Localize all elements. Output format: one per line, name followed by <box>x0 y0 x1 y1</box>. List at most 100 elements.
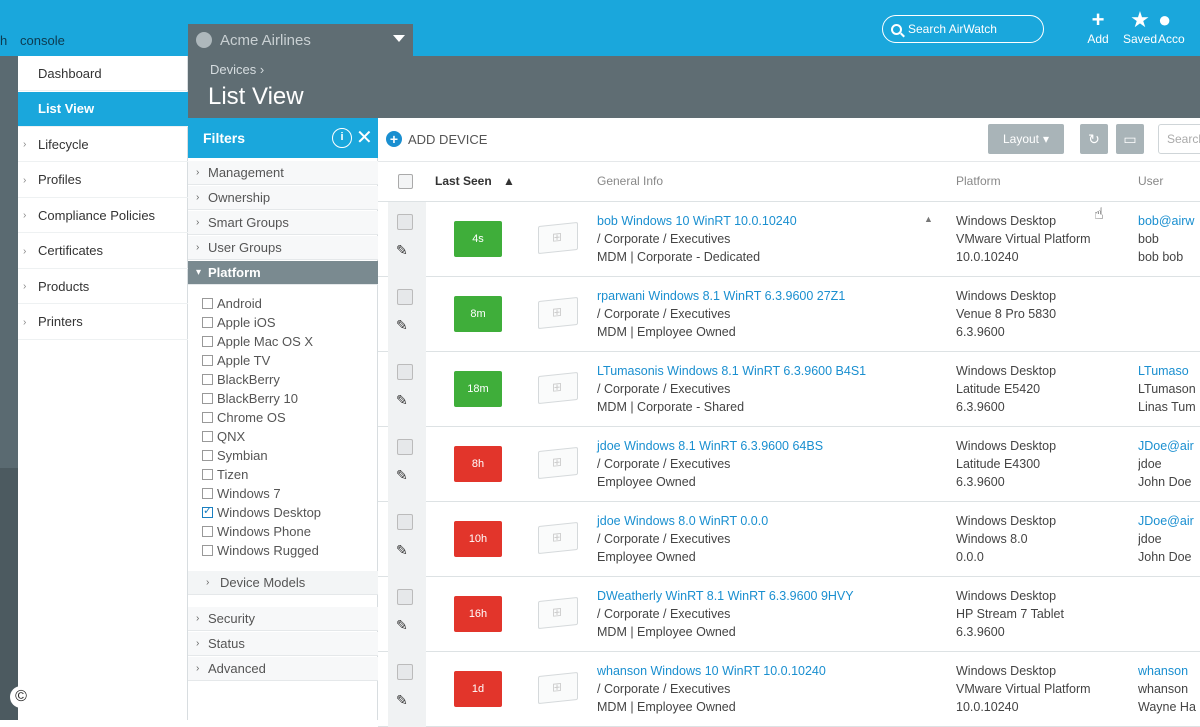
device-name-link[interactable]: rparwani Windows 8.1 WinRT 6.3.9600 27Z1 <box>597 287 845 305</box>
list-search-input[interactable]: Search <box>1158 124 1200 154</box>
platform-checkbox[interactable] <box>202 450 213 461</box>
filter-section-platform[interactable]: ▾ Platform <box>188 261 378 285</box>
device-name-link[interactable]: bob Windows 10 WinRT 10.0.10240 <box>597 212 797 230</box>
platform-checkbox[interactable] <box>202 488 213 499</box>
platform-filter-option[interactable]: Chrome OS <box>202 408 286 427</box>
table-row[interactable]: ✎ 18m LTumasonis Windows 8.1 WinRT 6.3.960… <box>378 352 1200 427</box>
user-email-link[interactable]: bob@airw <box>1138 212 1200 230</box>
platform-checkbox[interactable] <box>202 526 213 537</box>
column-user[interactable]: User <box>1138 174 1163 188</box>
organization-selector[interactable]: Acme Airlines <box>188 24 413 56</box>
table-row[interactable]: ✎ 1d whanson Windows 10 WinRT 10.0.10240 / … <box>378 652 1200 727</box>
device-name-link[interactable]: DWeatherly WinRT 8.1 WinRT 6.3.9600 9HVY <box>597 587 854 605</box>
user-email-link[interactable]: JDoe@air <box>1138 512 1200 530</box>
edit-icon[interactable]: ✎ <box>396 467 408 484</box>
account-button[interactable]: ● Acco <box>1158 8 1200 47</box>
sidebar-item-compliance-policies[interactable]: › Compliance Policies <box>18 198 188 233</box>
platform-filter-option[interactable]: Symbian <box>202 446 268 465</box>
table-row[interactable]: ✎ 8h jdoe Windows 8.1 WinRT 6.3.9600 64BS /… <box>378 427 1200 502</box>
column-platform[interactable]: Platform <box>956 174 1001 188</box>
platform-filter-option[interactable]: Windows Rugged <box>202 541 319 560</box>
platform-filter-option[interactable]: Apple TV <box>202 351 270 370</box>
info-icon[interactable]: i <box>332 128 352 148</box>
close-icon[interactable]: ✕ <box>356 125 373 150</box>
table-row[interactable]: ✎ 4s bob Windows 10 WinRT 10.0.10240 / Corp… <box>378 202 1200 277</box>
breadcrumb-devices[interactable]: Devices <box>210 62 256 77</box>
filter-section-advanced[interactable]: › Advanced <box>188 657 378 681</box>
filter-section-label: Ownership <box>208 190 271 205</box>
user-email-link[interactable]: whanson <box>1138 662 1200 680</box>
platform-filter-option[interactable]: Windows Phone <box>202 522 311 541</box>
edit-icon[interactable]: ✎ <box>396 392 408 409</box>
row-checkbox[interactable] <box>397 514 413 530</box>
edit-icon[interactable]: ✎ <box>396 242 408 259</box>
platform-checkbox[interactable] <box>202 336 213 347</box>
row-checkbox[interactable] <box>397 289 413 305</box>
table-row[interactable]: ✎ 10h jdoe Windows 8.0 WinRT 0.0.0 / Corpor… <box>378 502 1200 577</box>
row-checkbox[interactable] <box>397 439 413 455</box>
platform-checkbox[interactable] <box>202 374 213 385</box>
device-name-link[interactable]: jdoe Windows 8.1 WinRT 6.3.9600 64BS <box>597 437 823 455</box>
row-checkbox[interactable] <box>397 589 413 605</box>
global-search-input[interactable]: Search AirWatch <box>882 15 1044 43</box>
platform-label: Apple iOS <box>217 315 276 330</box>
row-checkbox[interactable] <box>397 214 413 230</box>
sidebar-item-products[interactable]: › Products <box>18 269 188 304</box>
filter-section-ownership[interactable]: › Ownership <box>188 186 378 210</box>
platform-filter-option[interactable]: BlackBerry <box>202 370 280 389</box>
layout-dropdown[interactable]: Layout ▾ <box>988 124 1064 154</box>
table-row[interactable]: ✎ 16h DWeatherly WinRT 8.1 WinRT 6.3.9600 … <box>378 577 1200 652</box>
platform-filter-option[interactable]: BlackBerry 10 <box>202 389 298 408</box>
device-name-link[interactable]: whanson Windows 10 WinRT 10.0.10240 <box>597 662 826 680</box>
column-general-info[interactable]: General Info <box>597 174 663 188</box>
platform-filter-option[interactable]: Apple Mac OS X <box>202 332 313 351</box>
user-email-link[interactable]: LTumaso <box>1138 362 1200 380</box>
sidebar-item-profiles[interactable]: › Profiles <box>18 163 188 198</box>
filter-section-management[interactable]: › Management <box>188 161 378 185</box>
sidebar-item-lifecycle[interactable]: › Lifecycle <box>18 127 188 162</box>
platform-filter-option[interactable]: Windows 7 <box>202 484 281 503</box>
export-button[interactable]: ▭ <box>1116 124 1144 154</box>
platform-info: Windows Desktop Latitude E5420 6.3.9600 <box>956 362 1056 416</box>
add-circle-icon: + <box>386 131 402 147</box>
sidebar-item-list-view[interactable]: List View <box>18 91 188 127</box>
platform-filter-option[interactable]: Windows Desktop <box>202 503 321 522</box>
platform-checkbox[interactable] <box>202 355 213 366</box>
platform-filter-option[interactable]: Apple iOS <box>202 313 276 332</box>
sidebar-item-dashboard[interactable]: Dashboard <box>18 56 188 91</box>
table-row[interactable]: ✎ 8m rparwani Windows 8.1 WinRT 6.3.9600 2… <box>378 277 1200 352</box>
device-name-link[interactable]: LTumasonis Windows 8.1 WinRT 6.3.9600 B4… <box>597 362 866 380</box>
edit-icon[interactable]: ✎ <box>396 542 408 559</box>
device-name-link[interactable]: jdoe Windows 8.0 WinRT 0.0.0 <box>597 512 768 530</box>
edit-icon[interactable]: ✎ <box>396 692 408 709</box>
breadcrumb[interactable]: Devices › <box>210 62 264 77</box>
platform-checkbox[interactable] <box>202 298 213 309</box>
platform-filter-option[interactable]: QNX <box>202 427 245 446</box>
edit-icon[interactable]: ✎ <box>396 317 408 334</box>
user-email-link[interactable]: JDoe@air <box>1138 437 1200 455</box>
platform-checkbox[interactable] <box>202 504 213 518</box>
column-last-seen[interactable]: Last Seen ▲ <box>435 174 515 188</box>
filter-section-status[interactable]: › Status <box>188 632 378 656</box>
platform-checkbox[interactable] <box>202 393 213 404</box>
platform-checkbox[interactable] <box>202 317 213 328</box>
platform-checkbox[interactable] <box>202 412 213 423</box>
platform-filter-option[interactable]: Android <box>202 294 262 313</box>
row-checkbox[interactable] <box>397 364 413 380</box>
filter-section-user-groups[interactable]: › User Groups <box>188 236 378 260</box>
add-device-button[interactable]: + ADD DEVICE <box>386 131 487 147</box>
filter-subsection-device-models[interactable]: › Device Models <box>188 571 378 595</box>
row-checkbox[interactable] <box>397 664 413 680</box>
sidebar-item-printers[interactable]: › Printers <box>18 305 188 340</box>
platform-label: QNX <box>217 429 246 444</box>
platform-checkbox[interactable] <box>202 545 213 556</box>
platform-filter-option[interactable]: Tizen <box>202 465 248 484</box>
filter-section-smart-groups[interactable]: › Smart Groups <box>188 211 378 235</box>
platform-checkbox[interactable] <box>202 431 213 442</box>
platform-checkbox[interactable] <box>202 469 213 480</box>
filter-section-security[interactable]: › Security <box>188 607 378 631</box>
edit-icon[interactable]: ✎ <box>396 617 408 634</box>
refresh-button[interactable]: ↻ <box>1080 124 1108 154</box>
sidebar-item-certificates[interactable]: › Certificates <box>18 234 188 269</box>
select-all-checkbox[interactable] <box>398 174 413 189</box>
